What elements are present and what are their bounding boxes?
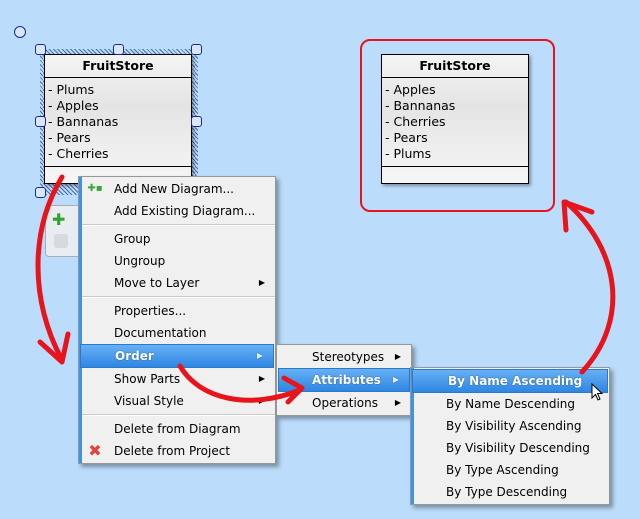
annotation-arrows	[35, 174, 616, 405]
arrow-order-to-attributes	[177, 363, 303, 403]
mouse-cursor-icon	[591, 383, 604, 401]
arrow-class-to-menu	[35, 174, 65, 363]
arrow-result-to-class	[563, 199, 616, 375]
